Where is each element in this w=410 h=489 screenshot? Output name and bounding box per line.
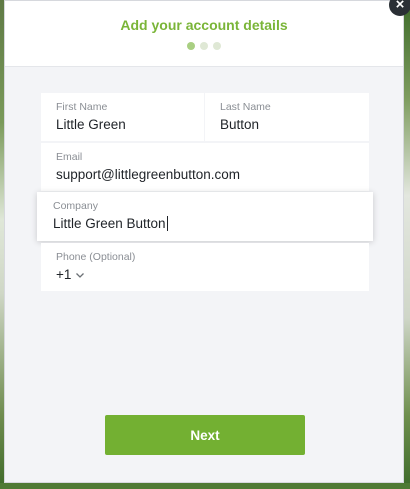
text-cursor	[166, 216, 168, 231]
close-button[interactable]: ×	[389, 0, 410, 16]
chevron-down-icon	[76, 272, 85, 278]
account-details-modal: Add your account details First Name Litt…	[4, 0, 404, 483]
phone-label: Phone (Optional)	[56, 251, 136, 263]
country-code-value: +1	[56, 267, 72, 282]
step-dot-3	[213, 42, 221, 50]
phone-field[interactable]: Phone (Optional) +1	[41, 243, 369, 291]
phone-value[interactable]: +1	[56, 267, 85, 282]
modal-header: Add your account details	[5, 1, 403, 67]
company-field[interactable]: Company Little Green Button	[37, 192, 373, 241]
company-label: Company	[53, 200, 98, 212]
step-indicator	[5, 42, 403, 50]
email-label: Email	[56, 151, 83, 163]
last-name-label: Last Name	[220, 101, 271, 113]
last-name-value[interactable]: Button	[220, 117, 259, 132]
company-input[interactable]: Little Green Button	[53, 216, 168, 231]
close-icon: ×	[395, 0, 405, 13]
last-name-field[interactable]: Last Name Button	[205, 93, 369, 141]
backdrop-right	[404, 0, 410, 489]
step-dot-2	[200, 42, 208, 50]
email-field[interactable]: Email support@littlegreenbutton.com	[41, 143, 369, 191]
step-dot-1	[187, 42, 195, 50]
country-code-select[interactable]: +1	[56, 267, 85, 282]
first-name-value[interactable]: Little Green	[56, 117, 126, 132]
first-name-label: First Name	[56, 101, 108, 113]
modal-title: Add your account details	[120, 17, 288, 33]
first-name-field[interactable]: First Name Little Green	[41, 93, 204, 141]
company-value: Little Green Button	[53, 216, 166, 231]
email-value[interactable]: support@littlegreenbutton.com	[56, 167, 240, 182]
next-button[interactable]: Next	[105, 415, 305, 455]
backdrop-bottom	[0, 483, 410, 489]
